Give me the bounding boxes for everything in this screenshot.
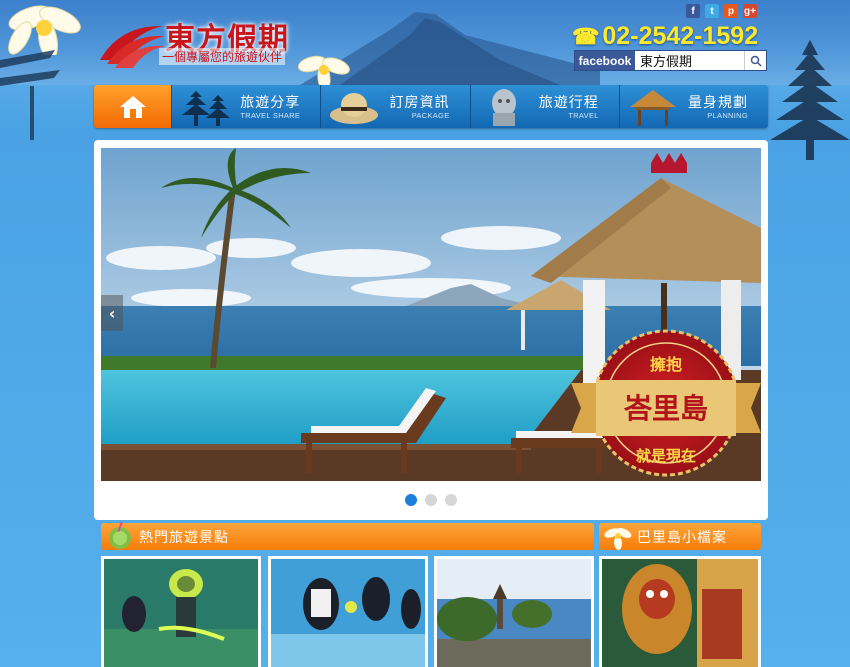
- twitter-icon[interactable]: t: [705, 4, 719, 18]
- hero-slider: 擁抱 峇里島 就是現在 ‹: [94, 140, 768, 520]
- logo-swoosh-icon: [100, 25, 165, 68]
- resort-pool-image: 擁抱 峇里島 就是現在: [101, 148, 761, 481]
- facebook-search-input[interactable]: [635, 51, 744, 70]
- straw-hat-icon: [330, 93, 379, 124]
- nav-item-package[interactable]: 訂房資訊 PACKAGE: [320, 85, 470, 128]
- phone-icon: ☎: [572, 23, 600, 49]
- phone-number: ☎ 02-2542-1592: [572, 22, 758, 51]
- nav-item-sublabel: TRAVEL: [568, 111, 599, 120]
- slider-prev-button[interactable]: ‹: [101, 295, 123, 331]
- phone-text: 02-2542-1592: [602, 22, 759, 50]
- nav-item-travel[interactable]: 旅遊行程 TRAVEL: [469, 85, 619, 128]
- site-logo[interactable]: 東方假期 一個專屬您的旅遊伙伴: [95, 14, 305, 74]
- bali-profile-header: 巴里島小檔案: [599, 523, 761, 550]
- plurk-icon[interactable]: p: [724, 4, 738, 18]
- chevron-left-icon: ‹: [108, 303, 116, 323]
- pagoda-right-decoration: [770, 40, 850, 160]
- nav-item-sublabel: PLANNING: [707, 111, 748, 120]
- nav-item-travel-share[interactable]: 旅遊分享 TRAVEL SHARE: [171, 85, 321, 128]
- frangipani-flower-icon: [604, 528, 632, 550]
- nav-home-button[interactable]: [94, 85, 171, 128]
- nav-item-label: 旅遊分享: [240, 95, 301, 111]
- pagoda-left-decoration: [0, 50, 60, 140]
- facebook-icon[interactable]: f: [686, 4, 700, 18]
- badge-top-text: 擁抱: [650, 355, 682, 374]
- bali-profile-photo-barong[interactable]: [599, 556, 761, 667]
- nav-item-sublabel: PACKAGE: [411, 111, 450, 120]
- slider-dots: [94, 494, 768, 506]
- logo-slogan: 一個專屬您的旅遊伙伴: [159, 48, 286, 65]
- pagoda-icon: [182, 91, 230, 126]
- section-title: 巴里島小檔案: [637, 529, 727, 546]
- facebook-search: facebook: [574, 50, 767, 71]
- search-icon[interactable]: [744, 51, 766, 70]
- badge-main-text: 峇里島: [623, 392, 708, 425]
- slider-dot[interactable]: [425, 494, 437, 506]
- home-icon: [119, 95, 146, 118]
- slider-dot[interactable]: [445, 494, 457, 506]
- social-links: f t p g+: [686, 4, 757, 18]
- badge-bottom-text: 就是現在: [636, 447, 696, 465]
- facebook-label: facebook: [575, 51, 635, 70]
- section-title: 熱門旅遊景點: [139, 529, 229, 546]
- main-nav: 旅遊分享 TRAVEL SHARE 訂房資訊 PACKAGE 旅遊行程 TRAV…: [94, 85, 768, 128]
- nav-item-label: 量身規劃: [688, 95, 748, 111]
- nav-item-sublabel: TRAVEL SHARE: [240, 111, 301, 120]
- nav-item-planning[interactable]: 量身規劃 PLANNING: [618, 85, 768, 128]
- statue-icon: [491, 89, 516, 126]
- destination-photo-diving[interactable]: [101, 556, 261, 667]
- nav-item-label: 旅遊行程: [538, 95, 599, 111]
- hut-icon: [629, 90, 676, 126]
- coconut-icon: [109, 521, 131, 549]
- popular-destinations-header: 熱門旅遊景點: [101, 521, 594, 550]
- destination-photo-temple[interactable]: [434, 556, 594, 667]
- nav-item-label: 訂房資訊: [389, 95, 450, 111]
- destination-photo-seawalker[interactable]: [268, 556, 428, 667]
- hero-slide-image: 擁抱 峇里島 就是現在: [101, 148, 761, 481]
- slider-dot[interactable]: [405, 494, 417, 506]
- google-plus-icon[interactable]: g+: [743, 4, 757, 18]
